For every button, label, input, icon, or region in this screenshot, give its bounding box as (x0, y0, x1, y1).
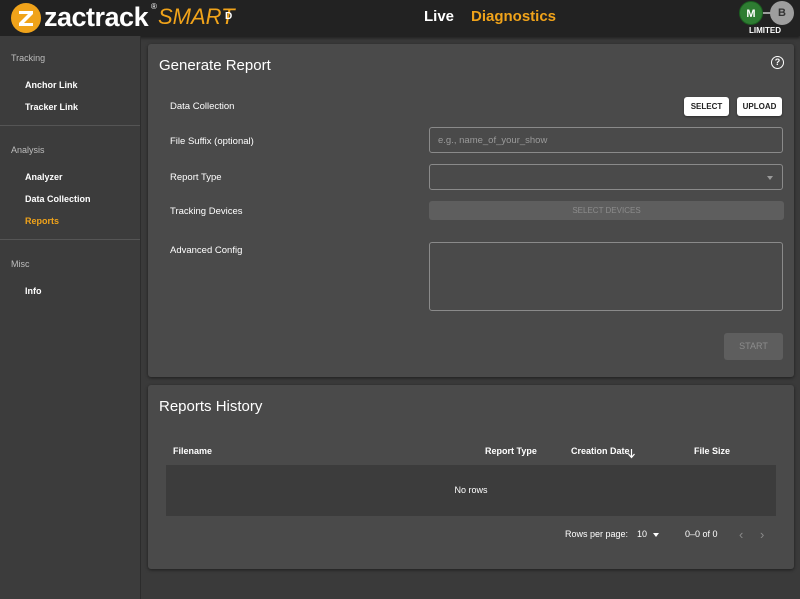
select-button[interactable]: SELECT (684, 97, 729, 116)
data-collection-label: Data Collection (170, 101, 235, 112)
sidebar-item-info[interactable]: Info (25, 286, 42, 296)
column-header-file-size[interactable]: File Size (694, 446, 730, 456)
sort-arrow-down-icon[interactable] (627, 446, 636, 464)
brand-name: zactrack (44, 2, 149, 32)
generate-report-title: Generate Report (159, 57, 271, 74)
reports-history-title: Reports History (159, 398, 263, 415)
file-suffix-label: File Suffix (optional) (170, 136, 254, 147)
user-badge-m[interactable]: M (739, 1, 763, 25)
upload-button[interactable]: UPLOAD (737, 97, 782, 116)
report-type-select[interactable] (429, 164, 783, 190)
select-devices-button[interactable]: SELECT DEVICES (429, 201, 784, 220)
previous-page-icon[interactable]: ‹ (739, 527, 743, 542)
sidebar-section-misc: Misc (11, 259, 30, 269)
advanced-config-label: Advanced Config (170, 245, 243, 256)
top-bar: zactrack ® SMART D Live Diagnostics M B … (0, 0, 800, 36)
column-header-filename[interactable]: Filename (173, 446, 212, 456)
logo-icon (11, 3, 41, 33)
file-suffix-field[interactable] (429, 127, 783, 153)
file-suffix-input[interactable] (430, 128, 782, 152)
start-button[interactable]: START (724, 333, 783, 360)
sidebar-item-anchor-link[interactable]: Anchor Link (25, 80, 78, 90)
sidebar (0, 36, 141, 599)
rows-per-page-label: Rows per page: (565, 529, 629, 539)
user-badge-b[interactable]: B (770, 1, 794, 25)
rows-per-page-select[interactable]: 10 (637, 529, 647, 539)
column-header-creation-date[interactable]: Creation Date (571, 446, 630, 456)
table-body: No rows (166, 465, 776, 516)
product-name: SMART (158, 4, 235, 29)
tracking-devices-label: Tracking Devices (170, 206, 243, 217)
sidebar-section-tracking: Tracking (11, 53, 46, 63)
sidebar-divider (0, 125, 140, 126)
pagination-range: 0–0 of 0 (685, 529, 718, 539)
rows-per-page-dropdown-icon[interactable] (653, 533, 659, 537)
sidebar-section-analysis: Analysis (11, 145, 45, 155)
next-page-icon[interactable]: › (760, 527, 764, 542)
sidebar-item-analyzer[interactable]: Analyzer (25, 172, 63, 182)
column-header-report-type[interactable]: Report Type (485, 446, 537, 456)
nav-diagnostics[interactable]: Diagnostics (471, 8, 556, 25)
advanced-config-textarea[interactable] (429, 242, 783, 311)
sidebar-divider (0, 239, 140, 240)
registered-mark: ® (151, 2, 157, 11)
report-type-label: Report Type (170, 172, 222, 183)
dropdown-arrow-icon (767, 176, 773, 180)
sidebar-item-reports[interactable]: Reports (25, 216, 59, 226)
license-label: LIMITED (749, 26, 781, 35)
nav-live[interactable]: Live (424, 8, 454, 25)
help-icon[interactable]: ? (771, 56, 784, 69)
sidebar-item-data-collection[interactable]: Data Collection (25, 194, 91, 204)
empty-table-message: No rows (454, 485, 488, 495)
edition-label: D (225, 11, 233, 22)
sidebar-item-tracker-link[interactable]: Tracker Link (25, 102, 78, 112)
